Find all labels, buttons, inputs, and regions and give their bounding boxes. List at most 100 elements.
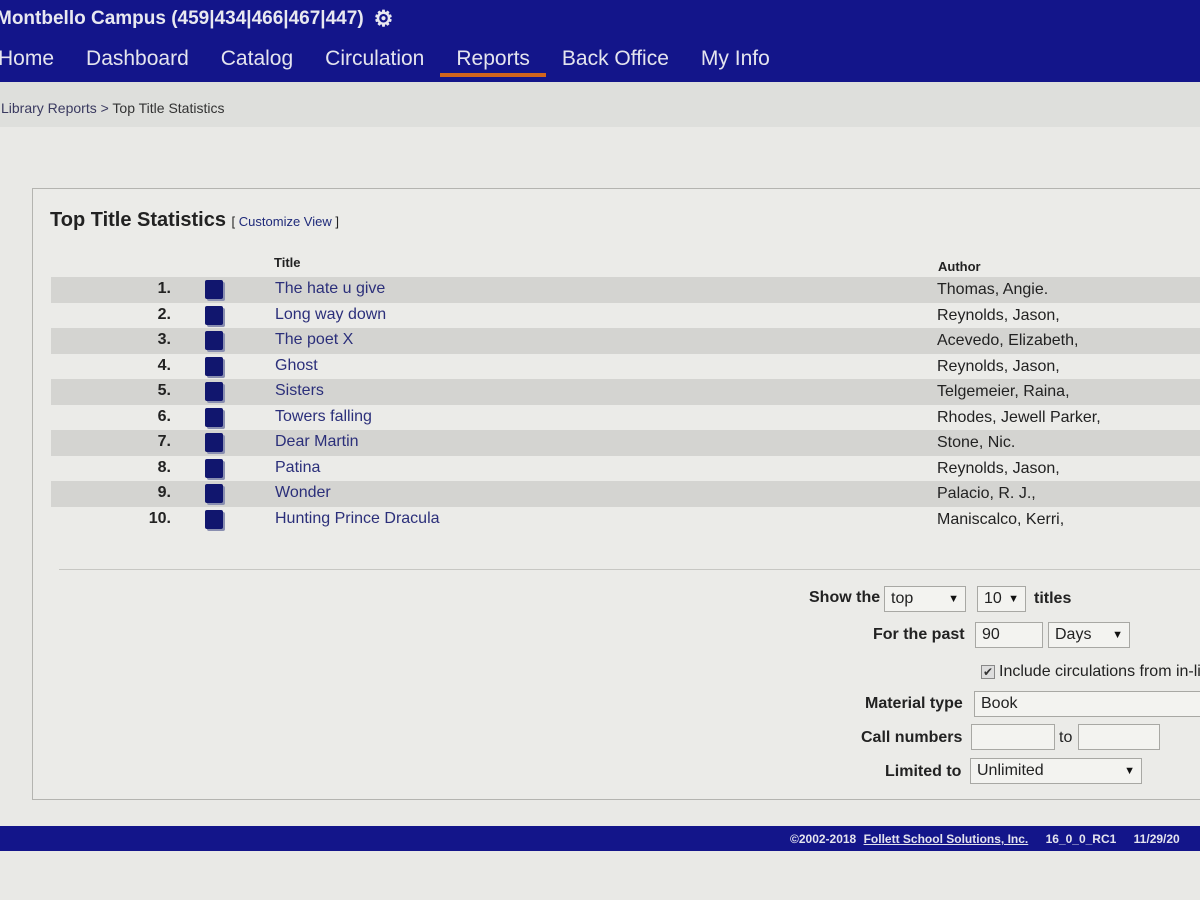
footer-date: 11/29/20 [1133, 832, 1180, 846]
table-row: 10. Hunting Prince Dracula Maniscalco, K… [51, 507, 1200, 533]
customize-view: [ Customize View ] [232, 214, 339, 229]
table-row: 5. Sisters Telgemeier, Raina, [51, 379, 1200, 405]
rank: 6. [157, 407, 171, 425]
book-icon [205, 331, 223, 350]
title-link[interactable]: Sisters [275, 382, 324, 400]
material-type-label: Material type [865, 695, 963, 712]
title-link[interactable]: Hunting Prince Dracula [275, 510, 440, 528]
book-icon [205, 484, 223, 503]
book-icon [205, 356, 223, 376]
title-link[interactable]: Patina [275, 459, 320, 477]
chevron-down-icon: ▼ [1008, 593, 1019, 605]
bracket-open: [ [231, 214, 236, 229]
top-bar: Montbello Campus (459|434|466|467|447) ⚙… [0, 0, 1200, 82]
title-link[interactable]: Towers falling [275, 408, 372, 426]
nav-home[interactable]: Home [0, 44, 54, 76]
author: Palacio, R. J., [937, 485, 1036, 502]
book-icon [205, 458, 223, 478]
nav-my-info[interactable]: My Info [701, 44, 770, 76]
main-nav: Home Dashboard Catalog Circulation Repor… [0, 44, 802, 82]
top-title-statistics-panel: Top Title Statistics [ Customize View ] … [32, 188, 1200, 800]
period-select[interactable]: Days ▼ [1048, 622, 1130, 648]
period-value: Days [1055, 626, 1092, 643]
campus-name: Montbello Campus (459|434|466|467|447) [0, 8, 364, 29]
author: Reynolds, Jason, [937, 459, 1060, 477]
limited-to-select[interactable]: Unlimited ▼ [970, 758, 1142, 784]
nav-catalog[interactable]: Catalog [221, 44, 293, 76]
company-link[interactable]: Follett School Solutions, Inc. [864, 832, 1029, 846]
rank: 10. [148, 509, 171, 527]
limited-to-label: Limited to [885, 763, 962, 780]
book-icon [205, 305, 223, 325]
material-type-select[interactable]: Book [974, 691, 1200, 717]
call-number-to-input[interactable] [1078, 724, 1160, 750]
rank: 4. [157, 356, 171, 374]
table-row: 1. The hate u give Thomas, Angie. [51, 277, 1200, 303]
title-link[interactable]: The hate u give [275, 280, 385, 298]
column-header-author[interactable]: Author [938, 259, 981, 274]
title-list: 1. The hate u give Thomas, Angie. 2. Lon… [51, 277, 1200, 532]
title-link[interactable]: Dear Martin [275, 433, 359, 451]
customize-view-link[interactable]: Customize View [239, 214, 332, 229]
count-select[interactable]: 10 ▼ [977, 586, 1026, 612]
table-row: 7. Dear Martin Stone, Nic. [51, 430, 1200, 456]
author: Acevedo, Elizabeth, [937, 332, 1079, 349]
title-link[interactable]: The poet X [275, 331, 353, 349]
campus-header: Montbello Campus (459|434|466|467|447) ⚙ [0, 8, 393, 30]
top-bottom-value: top [891, 590, 914, 607]
chevron-down-icon: ▼ [948, 593, 959, 605]
author: Stone, Nic. [937, 434, 1016, 451]
author: Rhodes, Jewell Parker, [937, 408, 1101, 426]
breadcrumb-current: Top Title Statistics [112, 100, 225, 116]
breadcrumb-bar: Library Reports > Top Title Statistics [0, 82, 1200, 127]
version: 16_0_0_RC1 [1045, 832, 1117, 846]
rank: 5. [157, 382, 171, 399]
for-the-past-input[interactable]: 90 [975, 622, 1043, 648]
titles-label: titles [1034, 590, 1072, 607]
top-bottom-select[interactable]: top ▼ [884, 586, 966, 612]
table-row: 2. Long way down Reynolds, Jason, [51, 303, 1200, 329]
title-link[interactable]: Wonder [275, 484, 331, 502]
rank: 9. [157, 484, 171, 501]
call-numbers-label: Call numbers [861, 729, 963, 746]
table-row: 6. Towers falling Rhodes, Jewell Parker, [51, 405, 1200, 431]
include-in-library-checkbox[interactable]: ✔ [981, 665, 995, 679]
call-number-from-input[interactable] [971, 724, 1055, 750]
count-value: 10 [984, 590, 1002, 607]
for-the-past-value: 90 [982, 626, 1000, 643]
title-link[interactable]: Ghost [275, 357, 318, 375]
rank: 2. [157, 305, 171, 323]
breadcrumb-library-reports[interactable]: Library Reports [1, 100, 97, 116]
table-row: 8. Patina Reynolds, Jason, [51, 456, 1200, 482]
column-header-title[interactable]: Title [274, 255, 301, 270]
book-icon [205, 407, 223, 427]
nav-reports[interactable]: Reports [440, 44, 546, 77]
to-label: to [1059, 729, 1073, 746]
author: Reynolds, Jason, [937, 357, 1060, 375]
title-link[interactable]: Long way down [275, 306, 386, 324]
page-title: Top Title Statistics [ Customize View ] [50, 209, 339, 232]
gear-icon[interactable]: ⚙ [374, 8, 394, 30]
rank: 7. [157, 433, 171, 450]
author: Maniscalco, Kerri, [937, 510, 1065, 528]
book-icon [205, 433, 223, 452]
chevron-down-icon: ▼ [1112, 629, 1123, 641]
footer: ©2002-2018 Follett School Solutions, Inc… [0, 826, 1200, 851]
author: Telgemeier, Raina, [937, 383, 1070, 400]
breadcrumb: Library Reports > Top Title Statistics [1, 100, 224, 116]
limited-to-value: Unlimited [977, 762, 1044, 779]
author: Reynolds, Jason, [937, 306, 1060, 324]
nav-dashboard[interactable]: Dashboard [86, 44, 189, 76]
rank: 3. [157, 331, 171, 348]
material-type-value: Book [981, 695, 1018, 712]
nav-circulation[interactable]: Circulation [325, 44, 424, 76]
bracket-close: ] [335, 214, 339, 229]
include-in-library-label: Include circulations from in-lib [999, 663, 1200, 680]
copyright: ©2002-2018 [790, 832, 857, 846]
footer-text: ©2002-2018 Follett School Solutions, Inc… [790, 832, 1180, 846]
panel-title-text: Top Title Statistics [50, 209, 226, 231]
for-the-past-label: For the past [873, 626, 965, 643]
nav-back-office[interactable]: Back Office [562, 44, 669, 76]
author: Thomas, Angie. [937, 281, 1049, 298]
book-icon [205, 382, 223, 401]
